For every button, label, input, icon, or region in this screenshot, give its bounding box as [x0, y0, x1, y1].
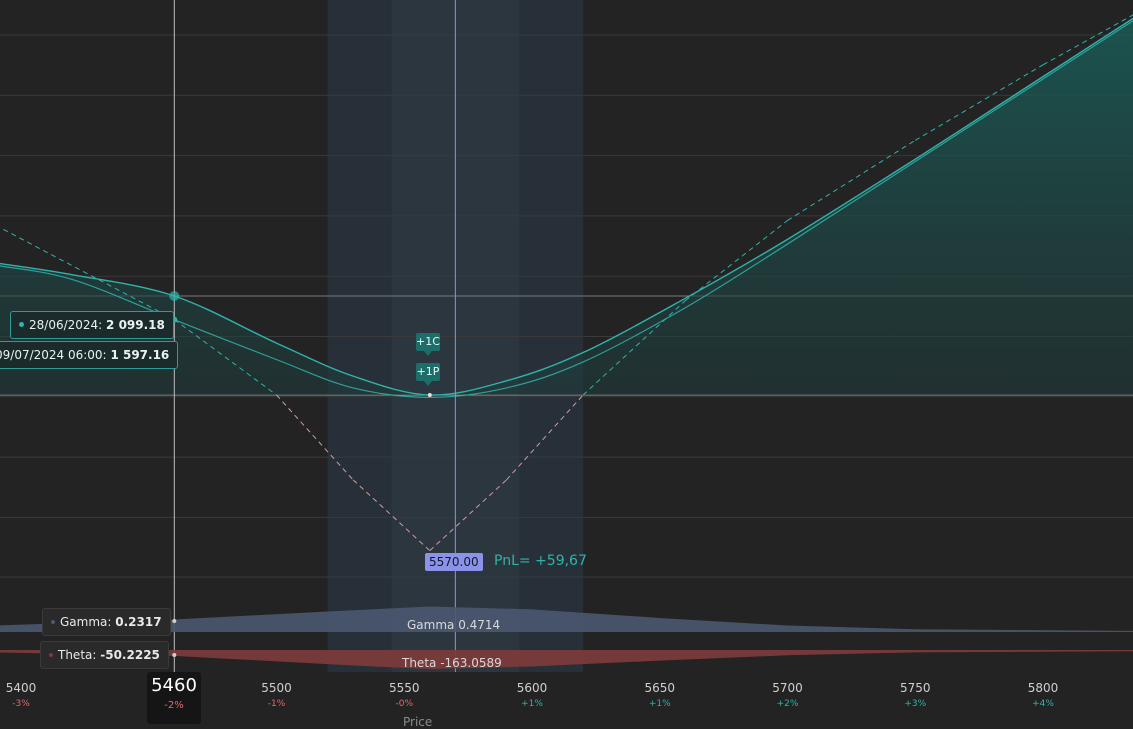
gamma-hover-point — [172, 619, 177, 623]
tooltip-date1-label: 28/06/2024: — [29, 318, 103, 332]
x-tick-label: 5500 — [261, 681, 292, 695]
gamma-peak-label: Gamma 0.4714 — [407, 618, 501, 632]
tooltip-date1-value: 2 099.18 — [106, 318, 165, 332]
x-tick-pct: +1% — [521, 699, 543, 709]
put-marker[interactable]: +1P — [416, 363, 440, 386]
tooltip-date2-label: 09/07/2024 06:00: — [0, 348, 107, 362]
theta-hover-point — [172, 653, 177, 657]
call-marker[interactable]: +1C — [416, 333, 440, 356]
x-axis-title: Price — [403, 715, 433, 729]
x-tick-pct: -0% — [395, 699, 413, 709]
crosshair-price-badge: 5460 -2% — [147, 672, 201, 724]
hover-point-date1 — [169, 290, 180, 301]
x-tick-pct: +4% — [1032, 699, 1054, 709]
x-tick-pct: -1% — [268, 699, 286, 709]
crosshair-price: 5460 — [151, 675, 197, 696]
current-price-badge: 5570.00 — [425, 553, 483, 571]
theta-peak-label: Theta -163.0589 — [402, 656, 502, 670]
x-tick-label: 5800 — [1028, 681, 1059, 695]
tooltip-date1-dot — [19, 322, 24, 327]
x-tick-label: 5750 — [900, 681, 931, 695]
tooltip-gamma-label: Gamma: — [60, 615, 112, 629]
x-tick-label: 5650 — [644, 681, 675, 695]
x-tick-label: 5600 — [517, 681, 548, 695]
x-tick-label: 5700 — [772, 681, 803, 695]
tooltip-date2: 09/07/2024 06:00: 1 597.16 — [0, 341, 179, 369]
tooltip-gamma-value: 0.2317 — [115, 615, 162, 629]
x-tick-pct: -3% — [12, 699, 30, 709]
pnl-label: PnL= +59,67 — [494, 553, 587, 569]
x-tick-label: 5400 — [6, 681, 37, 695]
crosshair-pct: -2% — [164, 700, 184, 711]
tooltip-gamma-dot — [51, 619, 55, 624]
x-tick-pct: +2% — [777, 699, 799, 709]
tooltip-theta: Theta: -50.2225 — [40, 641, 169, 669]
x-tick-label: 5550 — [389, 681, 420, 695]
tooltip-date1: 28/06/2024: 2 099.18 — [10, 311, 174, 339]
tooltip-theta-dot — [49, 652, 53, 657]
tooltip-gamma: Gamma: 0.2317 — [42, 608, 171, 636]
x-tick-pct: +3% — [904, 699, 926, 709]
tooltip-theta-label: Theta: — [58, 648, 97, 662]
tooltip-date2-value: 1 597.16 — [110, 348, 170, 362]
breakeven-point — [427, 393, 432, 397]
x-tick-pct: +1% — [649, 699, 671, 709]
tooltip-theta-value: -50.2225 — [100, 648, 160, 662]
